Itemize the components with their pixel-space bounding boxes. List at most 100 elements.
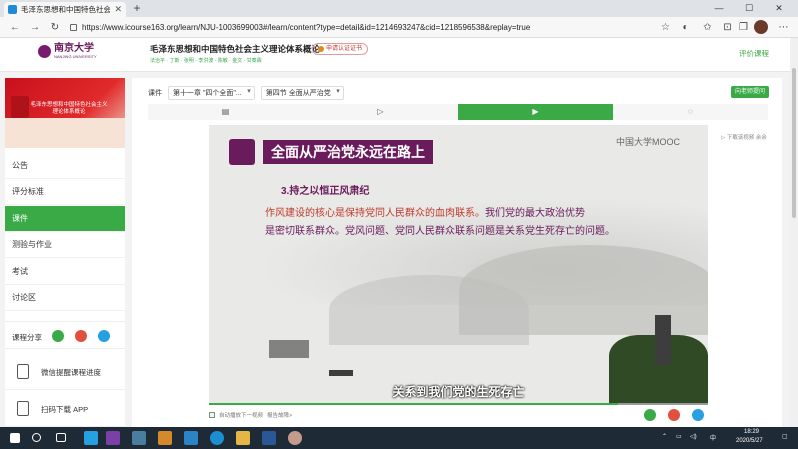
mail-icon[interactable]	[184, 431, 198, 445]
university-logo[interactable]: 南京大学 NANJING UNIVERSITY	[38, 44, 97, 59]
sidebar-item-courseware[interactable]: 课件	[5, 206, 125, 232]
reading-list-icon[interactable]: ⊡	[720, 20, 735, 35]
browser-titlebar: 毛泽东思想和中国特色社会... ✕ + — ☐ ✕	[0, 0, 798, 17]
slide-paragraph: 作风建设的核心是保持党同人民群众的血肉联系。我们党的最大政治优势 是密切联系群众…	[265, 205, 665, 241]
windows-start-icon[interactable]	[10, 433, 20, 443]
content-tabs: ▤ ▷ ▶ ◌	[148, 104, 768, 120]
browser-tab[interactable]: 毛泽东思想和中国特色社会... ✕	[4, 2, 126, 17]
profile-avatar[interactable]	[754, 20, 768, 34]
clock-time[interactable]: 18:29	[744, 429, 759, 435]
breadcrumb: 课件 第十一章 "四个全面"... 第四节 全面从严治党	[148, 86, 344, 100]
favorite-star-icon[interactable]: ☆	[658, 20, 673, 35]
course-title: 毛泽东思想和中国特色社会主义理论体系概论	[150, 44, 321, 54]
refresh-icon[interactable]: ↻	[46, 19, 64, 36]
download-video-link[interactable]: ▷ 下载该视频 余余	[721, 133, 773, 141]
new-tab-button[interactable]: +	[130, 1, 144, 15]
evaluate-course-link[interactable]: 评价课程	[739, 48, 769, 59]
weibo-share-icon[interactable]	[75, 330, 87, 342]
scrollbar-thumb[interactable]	[792, 68, 796, 218]
clock-date[interactable]: 2020/5/27	[736, 438, 763, 444]
university-emblem-icon	[229, 139, 255, 165]
breadcrumb-root[interactable]: 课件	[148, 88, 162, 98]
cover-wall-graphic	[5, 118, 125, 148]
slide-paragraph-highlight: 作风建设的核心是保持党同人民群众的血肉联系。	[265, 208, 485, 219]
forward-arrow-icon[interactable]: →	[26, 19, 44, 36]
ime-indicator[interactable]: 中	[710, 433, 716, 442]
volume-icon[interactable]: ◁)	[690, 433, 697, 440]
extension-icon[interactable]: ◐	[678, 20, 693, 35]
app-icon[interactable]	[288, 431, 302, 445]
wechat-share-icon[interactable]	[52, 330, 64, 342]
tab-video[interactable]: ▶	[458, 104, 613, 120]
video-subtitle: 关系到我们党的生死存亡	[392, 385, 525, 399]
app-icon[interactable]	[132, 431, 146, 445]
tray-up-arrow-icon[interactable]: ⌃	[662, 433, 667, 440]
chapter-select[interactable]: 第十一章 "四个全面"...	[168, 86, 255, 100]
video-player[interactable]: 全面从严治党永远在路上 中国大学MOOC 3.持之以恒正风肃纪 作风建设的核心是…	[209, 125, 708, 405]
tab-discussion[interactable]: ◌	[613, 104, 768, 120]
site-header: 南京大学 NANJING UNIVERSITY 毛泽东思想和中国特色社会主义理论…	[0, 38, 790, 72]
more-menu-icon[interactable]: ⋯	[776, 20, 791, 35]
tab-document[interactable]: ▤	[148, 104, 303, 120]
slide-subheading: 3.持之以恒正风肃纪	[281, 186, 370, 197]
boat-graphic	[329, 370, 353, 376]
favorites-list-icon[interactable]: ✩	[700, 20, 715, 35]
ask-teacher-button[interactable]: 向老师提问	[731, 86, 770, 98]
download-app-tool[interactable]: 扫码下载 APP	[5, 391, 125, 427]
sidebar-item-exam[interactable]: 考试	[5, 259, 125, 285]
autoplay-label: 自动播放下一视频	[219, 413, 264, 419]
site-favicon-icon	[8, 5, 17, 14]
report-issue-link[interactable]: 报告故障>	[267, 411, 292, 419]
video-footer: 自动播放下一视频 报告故障>	[209, 411, 292, 419]
url-bar[interactable]: https://www.icourse163.org/learn/NJU-100…	[70, 19, 670, 36]
collections-icon[interactable]: ❐	[736, 20, 751, 35]
maximize-button[interactable]: ☐	[734, 0, 764, 17]
edge-browser-icon[interactable]	[210, 431, 224, 445]
weibo-share-icon[interactable]	[668, 409, 680, 421]
autoplay-checkbox[interactable]	[209, 412, 215, 418]
qq-share-icon[interactable]	[98, 330, 110, 342]
qq-share-icon[interactable]	[692, 409, 704, 421]
page-scrollbar[interactable]	[790, 38, 798, 427]
course-teachers: 法治平 · 丁斯 · 张明 · 李洪波 · 陈敏 · 金文 · 甘泰霖	[150, 58, 262, 64]
back-arrow-icon[interactable]: ←	[6, 19, 24, 36]
mountain-graphic	[329, 275, 529, 345]
close-window-button[interactable]: ✕	[764, 0, 794, 17]
wechat-share-icon[interactable]	[644, 409, 656, 421]
apply-certificate-label: 申请认证证书	[326, 46, 363, 52]
tab-title: 毛泽东思想和中国特色社会...	[21, 5, 111, 14]
phone-icon	[17, 401, 29, 416]
slide-paragraph-part2: 是密切联系群众。党风问题、党同人民群众联系问题是关系党生死存亡的问题。	[265, 226, 615, 237]
slide-title: 全面从严治党永远在路上	[263, 140, 433, 164]
share-label: 课程分享	[12, 333, 42, 342]
windows-taskbar: ⌃ ▭ ◁) 中 18:29 2020/5/27 ▢	[0, 427, 798, 449]
network-icon[interactable]: ▭	[676, 433, 682, 440]
task-view-icon[interactable]	[56, 433, 66, 442]
section-select[interactable]: 第四节 全面从严治党	[260, 86, 344, 100]
app-icon[interactable]	[158, 431, 172, 445]
url-text: https://www.icourse163.org/learn/NJU-100…	[82, 23, 531, 32]
tab-play[interactable]: ▷	[303, 104, 458, 120]
certificate-icon	[318, 46, 324, 52]
notification-icon[interactable]: ▢	[782, 433, 788, 440]
sidebar-item-forum[interactable]: 讨论区	[5, 285, 125, 311]
sidebar-item-announcement[interactable]: 公告	[5, 153, 125, 179]
document-icon: ▤	[221, 107, 230, 116]
play-outline-icon: ▷	[377, 107, 384, 116]
video-progress-bar[interactable]	[209, 403, 708, 405]
onenote-icon[interactable]	[106, 431, 120, 445]
sidebar-item-grading[interactable]: 评分标准	[5, 179, 125, 205]
word-icon[interactable]	[262, 431, 276, 445]
minimize-button[interactable]: —	[704, 0, 734, 17]
tab-close-icon[interactable]: ✕	[114, 4, 122, 15]
slide-header: 全面从严治党永远在路上	[229, 139, 433, 165]
video-progress-fill	[209, 403, 619, 405]
slide-paragraph-part1: 我们党的最大政治优势	[485, 208, 585, 219]
apply-certificate-button[interactable]: 申请认证证书	[312, 43, 369, 55]
file-explorer-icon[interactable]	[236, 431, 250, 445]
tower-graphic	[655, 315, 671, 365]
search-icon[interactable]	[32, 433, 41, 442]
sidebar-item-quizzes[interactable]: 测验与作业	[5, 232, 125, 258]
wechat-reminder-tool[interactable]: 微信提醒课程进度	[5, 354, 125, 390]
app-icon[interactable]	[84, 431, 98, 445]
